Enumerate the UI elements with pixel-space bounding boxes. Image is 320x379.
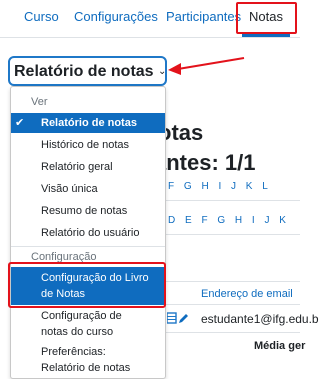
menu-item-label-line1: Preferências: <box>41 346 106 358</box>
menu-item-label: Histórico de notas <box>41 139 130 151</box>
table-top-border <box>166 281 300 282</box>
menu-item-relatorio-de-notas[interactable]: ✔ Relatório de notas <box>11 113 165 133</box>
menu-item-relatorio-geral[interactable]: Relatório geral <box>11 157 165 177</box>
menu-item-resumo-de-notas[interactable]: Resumo de notas <box>11 201 165 221</box>
grid-icon[interactable] <box>167 312 177 324</box>
menu-item-label: Relatório do usuário <box>41 227 140 239</box>
row-divider <box>166 332 300 333</box>
divider <box>166 200 300 201</box>
active-tab-indicator <box>242 34 290 37</box>
menu-item-label: Resumo de notas <box>41 205 128 217</box>
highlight-box-notas <box>236 2 297 34</box>
participants-count-heading: antes: 1/1 <box>154 150 256 175</box>
pencil-icon[interactable] <box>179 314 188 323</box>
report-dropdown-menu: Ver ✔ Relatório de notas Histórico de no… <box>10 86 166 379</box>
annotation-arrow-icon <box>168 57 245 75</box>
nav-configuracoes[interactable]: Configurações <box>74 0 158 37</box>
menu-divider <box>11 246 165 247</box>
firstname-initials-bar[interactable]: F G H I J K L <box>168 181 268 192</box>
column-header-email[interactable]: Endereço de email <box>201 288 293 300</box>
menu-item-relatorio-do-usuario[interactable]: Relatório do usuário <box>11 223 165 243</box>
row-actions <box>167 312 188 324</box>
report-selector-label: Relatório de notas <box>14 63 154 80</box>
menu-item-label: Relatório geral <box>41 161 113 173</box>
nav-curso[interactable]: Curso <box>24 0 59 37</box>
nav-participantes[interactable]: Participantes <box>166 0 241 37</box>
group-header-ver: Ver <box>31 96 48 108</box>
menu-item-label-line2: Relatório de notas <box>41 362 131 374</box>
menu-item-visao-unica[interactable]: Visão única <box>11 179 165 199</box>
menu-item-label-line2: notas do curso <box>41 326 114 338</box>
menu-item-historico-de-notas[interactable]: Histórico de notas <box>11 135 165 155</box>
menu-item-label-line1: Configuração de <box>41 310 122 322</box>
highlight-box-configuracao <box>8 262 166 308</box>
table-header-border <box>166 304 300 305</box>
menu-item-label: Relatório de notas <box>41 117 137 129</box>
menu-item-preferencias-relatorio-de-notas[interactable]: Preferências: Relatório de notas <box>11 344 165 378</box>
checkmark-icon: ✔ <box>15 117 25 129</box>
user-email-cell: estudante1@ifg.edu.b <box>201 312 319 326</box>
lastname-initials-bar[interactable]: D E F G H I J K <box>168 215 286 226</box>
overall-average-label: Média ger <box>254 340 306 352</box>
divider <box>166 234 300 235</box>
menu-item-label: Visão única <box>41 183 98 195</box>
report-selector[interactable]: Relatório de notas ⌄ <box>8 56 167 86</box>
menu-item-configuracao-de-notas-do-curso[interactable]: Configuração de notas do curso <box>11 308 165 342</box>
